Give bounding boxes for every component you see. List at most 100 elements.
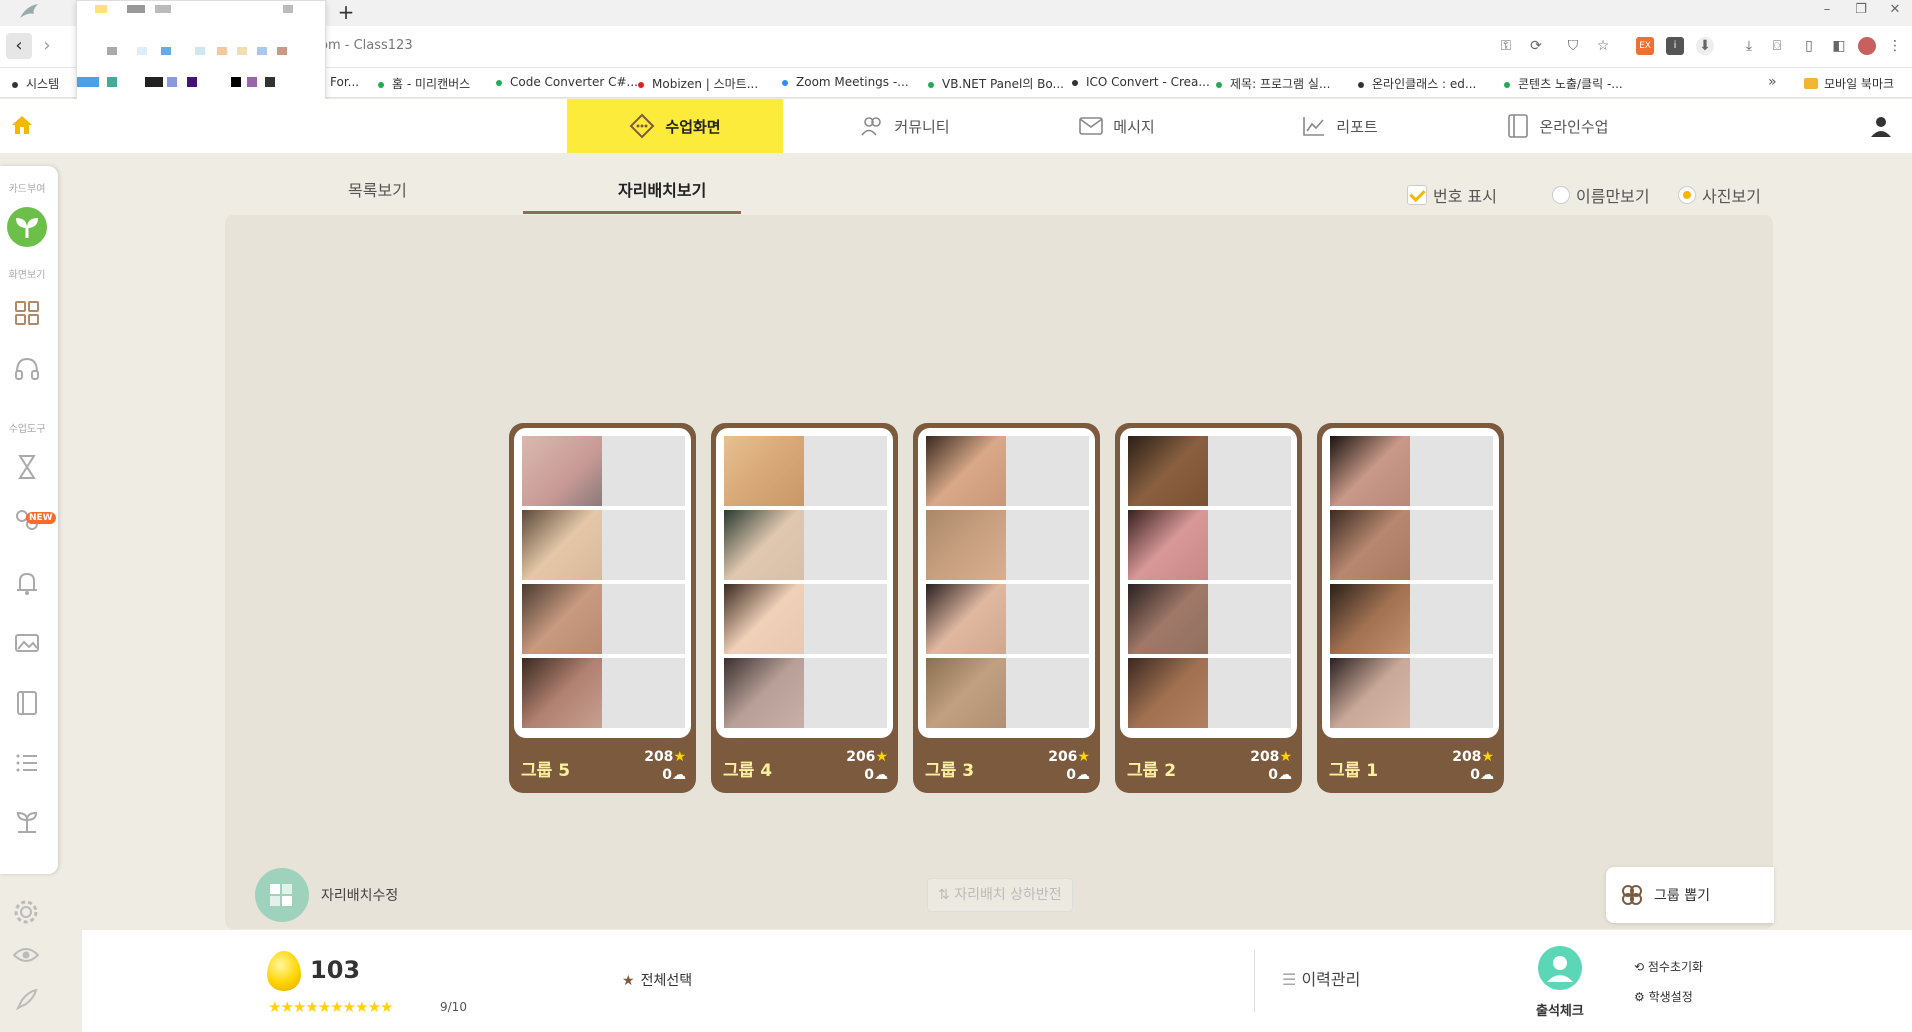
back-button[interactable]: ‹ <box>6 33 32 59</box>
nav-tab-class-screen[interactable]: 수업화면 <box>567 99 783 153</box>
student-tile[interactable] <box>926 658 1089 728</box>
student-tile[interactable] <box>1128 658 1291 728</box>
group-card[interactable]: 그룹 3 206★ 0☁ <box>913 423 1100 793</box>
bookmark-dot-icon <box>1504 81 1510 88</box>
bookmark-item[interactable]: Mobizen | 스마트... <box>638 75 758 92</box>
rocket-icon[interactable] <box>14 988 38 1012</box>
restore-button[interactable]: ❐ <box>1846 0 1876 22</box>
seat-edit-button[interactable]: 자리배치수정 <box>255 868 398 922</box>
mobile-bookmarks-folder[interactable]: 모바일 북마크 <box>1804 75 1894 92</box>
download-ext-icon[interactable]: ⬇ <box>1696 37 1714 55</box>
notebook-icon[interactable] <box>12 688 42 718</box>
student-tile[interactable] <box>1330 510 1493 580</box>
key-icon[interactable]: ⚿ <box>1497 37 1515 55</box>
bookmark-item[interactable]: Zoom Meetings -... <box>782 75 909 89</box>
student-photo-icon <box>926 584 1006 654</box>
eye-icon[interactable] <box>13 945 39 965</box>
bookmark-item[interactable]: For... <box>330 75 359 89</box>
attendance-label[interactable]: 출석체크 <box>1536 1000 1584 1019</box>
tab-list-view[interactable]: 목록보기 <box>348 177 407 201</box>
student-tile[interactable] <box>1128 510 1291 580</box>
student-photo-icon <box>724 436 804 506</box>
nav-tab-online-class[interactable]: 온라인수업 <box>1488 99 1628 153</box>
hourglass-icon[interactable] <box>12 452 42 482</box>
home-icon[interactable] <box>10 113 34 137</box>
student-tile[interactable] <box>724 510 887 580</box>
nav-tab-message[interactable]: 메시지 <box>1062 99 1172 153</box>
bookmarks-more-button[interactable]: » <box>1768 74 1777 90</box>
extension-info-icon[interactable]: i <box>1666 37 1684 55</box>
shield-icon[interactable]: ⛉ <box>1564 37 1582 55</box>
bookmark-item[interactable]: 제목: 프로그램 실... <box>1216 75 1330 92</box>
student-tile[interactable] <box>926 510 1089 580</box>
student-tile[interactable] <box>522 658 685 728</box>
student-settings-button[interactable]: ⚙ 학생설정 <box>1634 988 1693 1005</box>
student-tile[interactable] <box>926 436 1089 506</box>
camera-icon[interactable]: ⌼ <box>1768 37 1786 55</box>
extension-icon[interactable]: EX <box>1636 37 1654 55</box>
refresh-icon[interactable]: ⟳ <box>1527 37 1545 55</box>
group-card[interactable]: 그룹 4 206★ 0☁ <box>711 423 898 793</box>
forward-button[interactable]: › <box>36 33 58 59</box>
group-card[interactable]: 그룹 5 208★ 0☁ <box>509 423 696 793</box>
download-icon[interactable]: ⤓ <box>1740 37 1758 55</box>
cloud-icon: ☁ <box>874 767 888 783</box>
student-tile[interactable] <box>522 436 685 506</box>
radio-icon <box>1552 186 1570 204</box>
tab-seat-view[interactable]: 자리배치보기 <box>618 177 706 201</box>
bookmark-item[interactable]: 온라인클래스 : ed... <box>1358 75 1476 92</box>
student-tile[interactable] <box>522 510 685 580</box>
image-icon[interactable] <box>12 628 42 658</box>
settings-gear-icon[interactable] <box>13 899 39 925</box>
student-tile[interactable] <box>724 658 887 728</box>
star-icon: ★ <box>1077 749 1090 765</box>
close-window-button[interactable]: ✕ <box>1880 0 1910 22</box>
student-tile[interactable] <box>1330 436 1493 506</box>
student-tile[interactable] <box>1330 658 1493 728</box>
new-tab-button[interactable]: + <box>334 0 358 24</box>
sidebar-panel-icon[interactable]: ◧ <box>1830 37 1848 55</box>
student-tile[interactable] <box>724 584 887 654</box>
student-tile[interactable] <box>1128 584 1291 654</box>
reset-score-button[interactable]: ⟲ 점수초기화 <box>1634 958 1703 975</box>
profile-avatar-icon[interactable] <box>1858 37 1876 55</box>
bell-icon[interactable] <box>12 568 42 598</box>
sprout-card-icon[interactable] <box>6 206 48 248</box>
show-number-checkbox[interactable]: 번호 표시 <box>1407 183 1497 207</box>
report-icon <box>1303 117 1325 136</box>
grid-view-icon[interactable] <box>12 298 42 328</box>
bookmark-item[interactable]: 홈 - 미리캔버스 <box>378 75 470 92</box>
nav-tab-community[interactable]: 커뮤니티 <box>840 99 970 153</box>
seat-flip-button[interactable]: ⇅ 자리배치 상하반전 <box>927 878 1073 912</box>
headset-icon[interactable] <box>12 354 42 384</box>
group-card[interactable]: 그룹 1 208★ 0☁ <box>1317 423 1504 793</box>
user-profile-icon[interactable] <box>1870 115 1892 137</box>
student-tile[interactable] <box>724 436 887 506</box>
bookmark-item[interactable]: 콘텐츠 노출/클릭 -... <box>1504 75 1623 92</box>
star-bookmark-icon[interactable]: ☆ <box>1594 37 1612 55</box>
nav-tab-report[interactable]: 리포트 <box>1280 99 1400 153</box>
group-card[interactable]: 그룹 2 208★ 0☁ <box>1115 423 1302 793</box>
bookmark-item[interactable]: 시스템 <box>12 75 59 92</box>
student-tile[interactable] <box>1128 436 1291 506</box>
student-tile[interactable] <box>926 584 1089 654</box>
history-button[interactable]: ☰ 이력관리 <box>1282 966 1360 990</box>
plant-icon[interactable] <box>12 806 42 836</box>
list-icon[interactable] <box>12 748 42 778</box>
name-only-radio[interactable]: 이름만보기 <box>1552 183 1650 207</box>
url-field[interactable]: om - Class123 <box>320 38 413 53</box>
reader-icon[interactable]: ▯ <box>1800 37 1818 55</box>
bookmark-item[interactable]: VB.NET Panel의 Bo... <box>928 75 1064 92</box>
select-all-button[interactable]: ★ 전체선택 <box>622 970 692 990</box>
attendance-icon[interactable] <box>1538 946 1582 990</box>
menu-dots-icon[interactable]: ⋮ <box>1886 37 1904 55</box>
group-score: 206★ 0☁ <box>1048 749 1090 783</box>
flip-arrows-icon: ⇅ <box>938 887 955 903</box>
bookmark-item[interactable]: ICO Convert - Crea... <box>1072 75 1210 89</box>
minimize-button[interactable]: – <box>1812 0 1842 22</box>
student-tile[interactable] <box>522 584 685 654</box>
bookmark-item[interactable]: Code Converter C#... <box>496 75 638 89</box>
photo-view-radio[interactable]: 사진보기 <box>1678 183 1761 207</box>
group-draw-button[interactable]: 그룹 뽑기 <box>1606 867 1774 923</box>
student-tile[interactable] <box>1330 584 1493 654</box>
